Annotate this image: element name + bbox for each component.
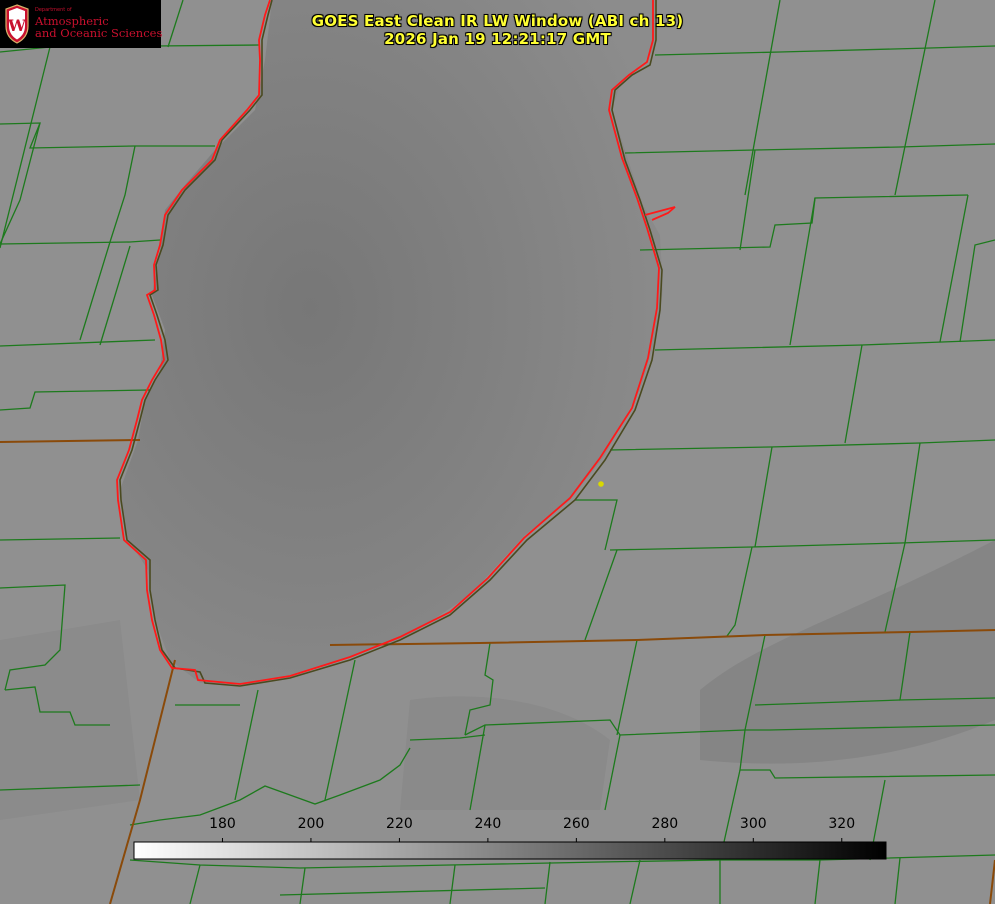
colorbar-tick-label: 180 (209, 816, 236, 832)
uw-crest-icon: W (5, 4, 29, 44)
colorbar-tick-label: 240 (474, 816, 502, 832)
colorbar-tick-label: 300 (739, 816, 767, 832)
logo-name-line-2: and Oceanic Sciences (35, 26, 163, 40)
location-marker (598, 481, 604, 487)
satellite-map (0, 0, 995, 904)
colorbar-tick-label: 200 (297, 816, 325, 832)
aos-logo: W Department of Atmospheric and Oceanic … (0, 0, 163, 48)
colorbar-tick-label: 260 (562, 816, 590, 832)
satellite-image-view: GOES East Clean IR LW Window (ABI ch 13)… (0, 0, 995, 904)
colorbar-labels: 180 200 220 240 260 280 300 320 (0, 814, 995, 834)
crest-letter: W (7, 16, 27, 35)
colorbar-tick-label: 220 (386, 816, 413, 832)
colorbar-tick-label: 280 (651, 816, 679, 832)
logo-department-text: Department of (35, 7, 72, 13)
colorbar-gradient (133, 841, 887, 860)
colorbar-tick-label: 320 (828, 816, 856, 832)
